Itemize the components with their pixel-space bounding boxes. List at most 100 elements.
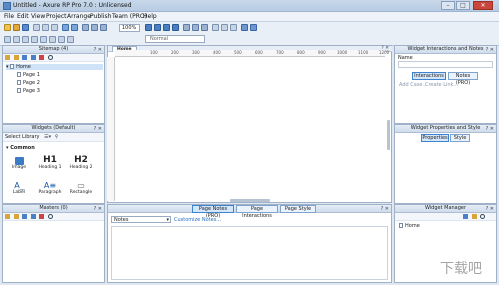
new-file-icon[interactable]	[4, 24, 11, 31]
minimize-button[interactable]: –	[441, 1, 455, 10]
format-painter-icon[interactable]	[4, 36, 11, 43]
move-down-icon[interactable]	[30, 55, 36, 60]
undo-icon[interactable]	[62, 24, 69, 31]
heading2-icon: H2	[74, 155, 88, 165]
generate-icon[interactable]	[250, 24, 257, 31]
tree-page-1[interactable]: Page 1	[17, 72, 40, 78]
bold-icon[interactable]	[22, 36, 29, 43]
pane-controls-icon[interactable]: ? ✕	[381, 206, 389, 212]
add-case-link[interactable]: Add Case...	[399, 82, 427, 88]
paste-icon[interactable]	[51, 24, 58, 31]
align-left-icon[interactable]	[183, 24, 190, 31]
widget-manager-item-home[interactable]: Home	[399, 223, 420, 229]
move-up-icon[interactable]	[22, 55, 28, 60]
select-icon[interactable]	[82, 24, 89, 31]
customize-notes-link[interactable]: Customize Notes...	[174, 217, 221, 223]
add-master-icon[interactable]	[5, 214, 10, 219]
menu-file[interactable]: File	[4, 13, 14, 20]
maximize-button[interactable]: □	[456, 1, 470, 10]
pane-controls-icon[interactable]: ? ✕	[486, 47, 494, 54]
font-color-icon[interactable]	[49, 36, 56, 43]
move-up-icon[interactable]	[22, 214, 28, 219]
save-icon[interactable]	[22, 24, 29, 31]
delete-icon[interactable]	[39, 55, 45, 60]
tab-page-notes[interactable]: Page Notes (PRO)	[192, 205, 234, 219]
publish-icon[interactable]	[241, 24, 248, 31]
common-section[interactable]: ▾ Common	[6, 145, 35, 151]
pane-controls-icon[interactable]: ? ✕	[486, 206, 494, 213]
line-color-icon[interactable]	[67, 36, 74, 43]
connector-icon[interactable]	[91, 24, 98, 31]
add-folder-icon[interactable]	[13, 55, 19, 60]
preview-icon[interactable]	[221, 24, 228, 31]
menu-icon[interactable]: ☰▾	[44, 134, 51, 140]
menu-edit[interactable]: Edit	[17, 13, 29, 20]
font-icon[interactable]	[13, 36, 20, 43]
search-icon[interactable]	[47, 214, 53, 219]
lock-icon[interactable]	[172, 24, 179, 31]
pane-controls-icon[interactable]: ? ✕	[94, 47, 102, 54]
menu-project[interactable]: Project	[46, 13, 67, 20]
arrange-icon[interactable]	[145, 24, 152, 31]
widget-label[interactable]: A_ Label	[6, 181, 32, 195]
italic-icon[interactable]	[31, 36, 38, 43]
widget-rectangle[interactable]: ▭ Rectangle	[68, 181, 94, 195]
open-folder-icon[interactable]	[13, 24, 20, 31]
add-page-icon[interactable]	[5, 55, 10, 60]
menu-arrange[interactable]: Arrange	[67, 13, 91, 20]
notes-select[interactable]: Notes ▾	[111, 216, 171, 223]
cut-icon[interactable]	[33, 24, 40, 31]
search-icon[interactable]	[47, 55, 53, 60]
widget-heading-2[interactable]: H2 Heading 2	[68, 155, 94, 170]
create-link-link[interactable]: Create Link...	[425, 82, 458, 88]
add-folder-icon[interactable]	[13, 214, 19, 219]
fill-color-icon[interactable]	[58, 36, 65, 43]
tab-notes-pro[interactable]: Notes (PRO)	[448, 72, 478, 86]
widget-heading-1[interactable]: H1 Heading 1	[37, 155, 63, 170]
vertical-scrollbar[interactable]	[387, 120, 390, 150]
close-button[interactable]: ✕	[473, 1, 493, 10]
horizontal-scrollbar[interactable]	[230, 199, 270, 202]
tab-properties[interactable]: Properties	[421, 134, 449, 142]
tab-page-interactions[interactable]: Page Interactions	[236, 205, 278, 219]
tab-interactions[interactable]: Interactions	[412, 72, 446, 80]
share-icon[interactable]	[230, 24, 237, 31]
filter-icon[interactable]	[463, 214, 468, 219]
menu-publish[interactable]: Publish	[90, 13, 111, 20]
pane-controls-icon[interactable]: ? ✕	[94, 126, 102, 133]
zoom-select[interactable]: 100%	[119, 24, 140, 32]
widget-paragraph[interactable]: A≡ Paragraph	[37, 181, 63, 195]
redo-icon[interactable]	[71, 24, 78, 31]
sitemap-title: Sitemap (4)	[38, 46, 69, 52]
search-icon[interactable]	[480, 214, 486, 219]
align-center-icon[interactable]	[192, 24, 199, 31]
menu-view[interactable]: View	[31, 13, 45, 20]
copy-icon[interactable]	[42, 24, 49, 31]
ungroup-icon[interactable]	[163, 24, 170, 31]
tab-style[interactable]: Style	[450, 134, 470, 142]
widget-image[interactable]: Image	[6, 157, 32, 170]
move-down-icon[interactable]	[30, 214, 36, 219]
group-icon[interactable]	[154, 24, 161, 31]
tree-page-2[interactable]: Page 2	[17, 80, 40, 86]
crop-icon[interactable]	[100, 24, 107, 31]
style-select[interactable]: Normal	[145, 35, 205, 43]
align-right-icon[interactable]	[201, 24, 208, 31]
notes-textarea[interactable]	[111, 226, 388, 280]
underline-icon[interactable]	[40, 36, 47, 43]
menu-help[interactable]: Help	[143, 13, 157, 20]
pane-controls-icon[interactable]: ? ✕	[94, 206, 102, 213]
search-icon[interactable]: ⚲	[55, 134, 59, 140]
select-library-dropdown[interactable]: Select Library	[5, 134, 40, 140]
tree-root-home[interactable]: ▾ Home	[6, 64, 103, 70]
site-watermark: 下载吧	[440, 261, 482, 277]
add-icon[interactable]	[471, 214, 477, 219]
pane-controls-icon[interactable]: ? ✕	[486, 126, 494, 133]
design-canvas[interactable]: Home ? ✕	[107, 45, 392, 203]
menu-team[interactable]: Team (PRO)	[112, 13, 147, 20]
tab-page-style[interactable]: Page Style	[280, 205, 316, 213]
name-input[interactable]	[398, 61, 493, 68]
tree-page-3[interactable]: Page 3	[17, 88, 40, 94]
delete-icon[interactable]	[39, 214, 45, 219]
distribute-icon[interactable]	[212, 24, 219, 31]
